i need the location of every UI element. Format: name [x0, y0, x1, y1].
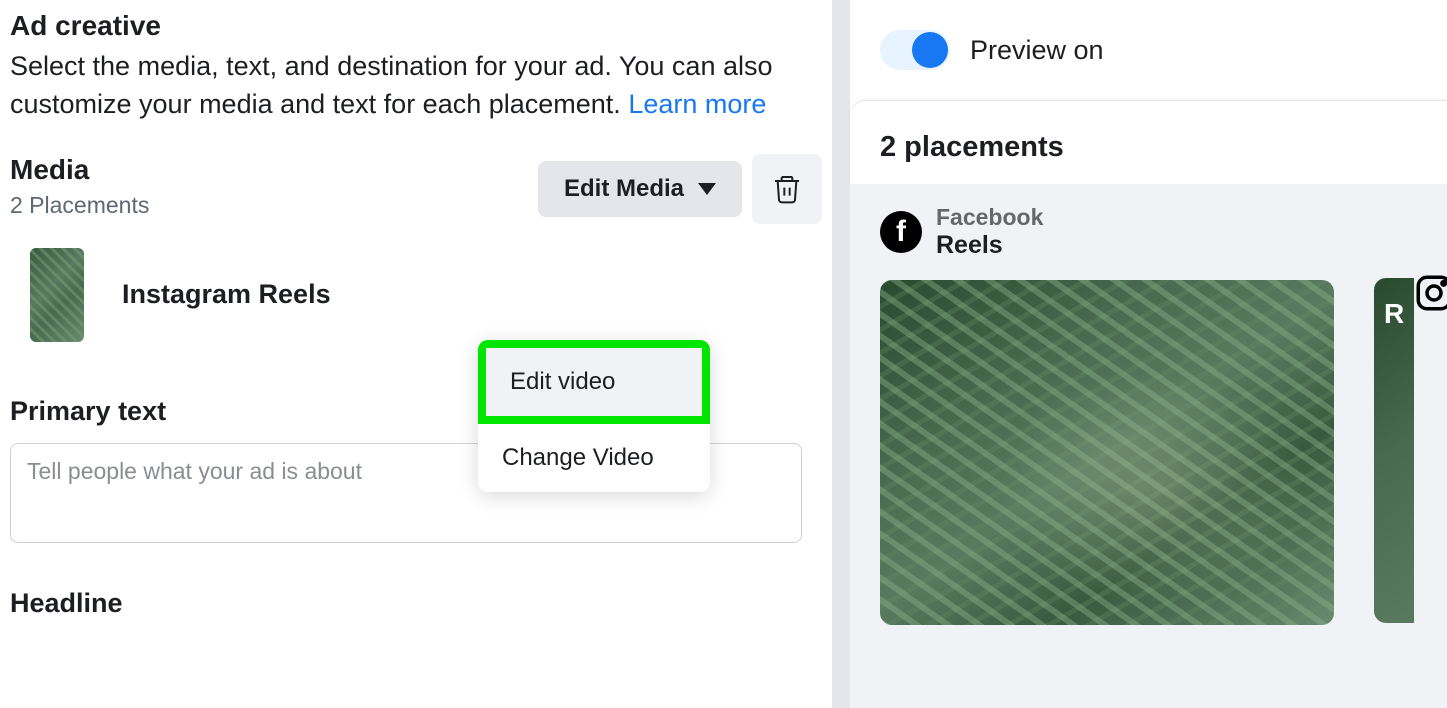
placement-card-facebook: f Facebook Reels [880, 204, 1334, 708]
placement-card-instagram: R [1374, 278, 1414, 708]
preview-toggle-label: Preview on [970, 35, 1104, 66]
media-title: Media [10, 154, 149, 186]
placement-preview-image[interactable] [880, 280, 1334, 625]
delete-media-button[interactable] [752, 154, 822, 224]
placement-preview-image-2[interactable]: R [1374, 278, 1414, 623]
media-item-label: Instagram Reels [122, 279, 331, 310]
panel-divider [832, 0, 850, 708]
preview-toggle[interactable] [880, 30, 950, 70]
placement-type: Reels [936, 231, 1043, 260]
learn-more-link[interactable]: Learn more [628, 89, 766, 119]
ad-creative-title: Ad creative [10, 10, 822, 42]
instagram-icon [1413, 272, 1447, 319]
placement-network: Facebook [936, 204, 1043, 231]
placements-header: 2 placements [850, 100, 1447, 184]
media-thumbnail [30, 248, 84, 342]
caret-down-icon [698, 183, 716, 195]
ad-creative-description: Select the media, text, and destination … [10, 48, 822, 124]
headline-label: Headline [10, 588, 822, 619]
media-subtitle: 2 Placements [10, 192, 149, 219]
edit-video-option[interactable]: Edit video [478, 340, 710, 424]
media-item[interactable]: Instagram Reels [10, 248, 822, 342]
edit-media-dropdown: Edit video Change Video [478, 340, 710, 492]
facebook-icon: f [880, 211, 922, 253]
change-video-option[interactable]: Change Video [478, 424, 710, 492]
edit-media-button[interactable]: Edit Media [538, 161, 742, 217]
trash-icon [771, 173, 803, 205]
